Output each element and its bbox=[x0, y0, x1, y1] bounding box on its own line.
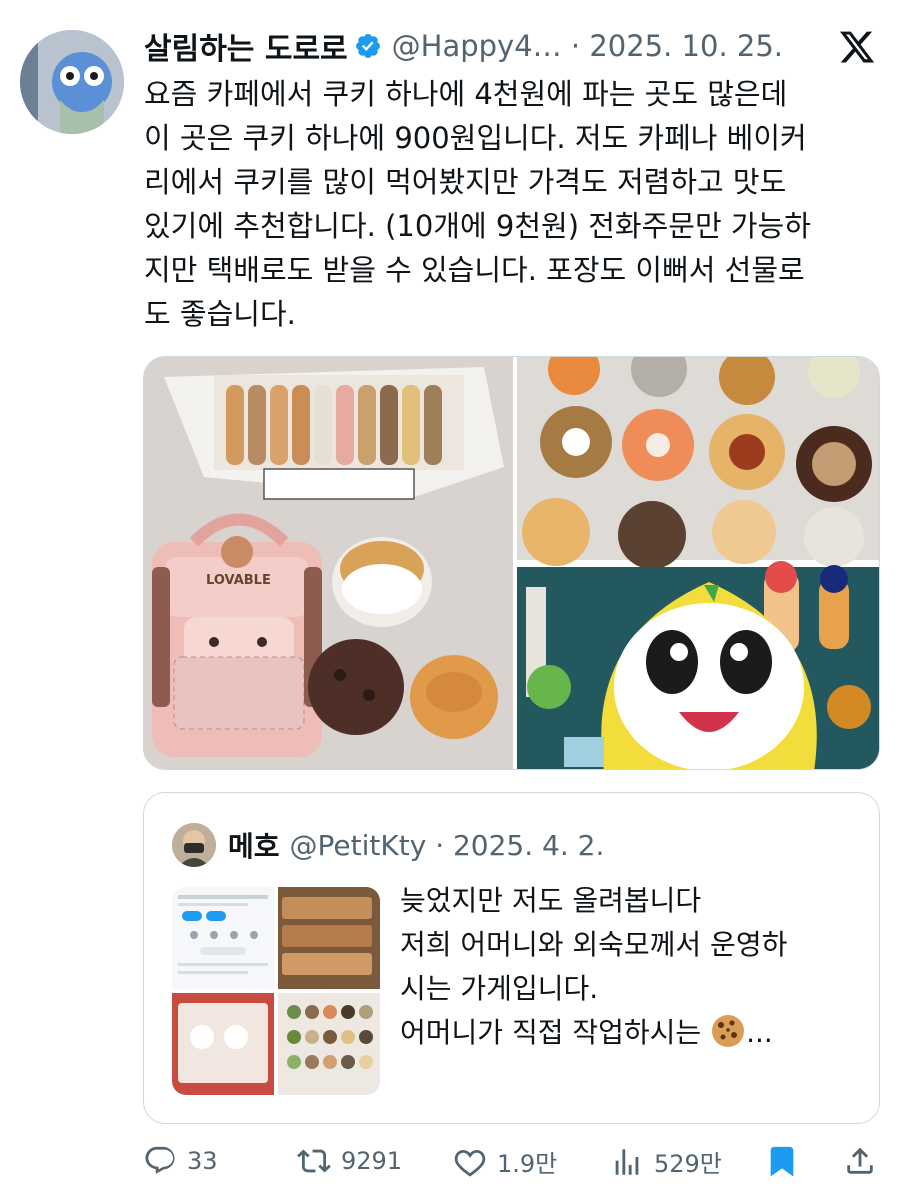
quoted-author-handle-date[interactable]: @PetitKty · 2025. 4. 2. bbox=[290, 829, 605, 862]
cookie-emoji-icon bbox=[710, 1013, 746, 1049]
box-label: LOVABLE bbox=[206, 573, 271, 588]
x-logo-icon[interactable] bbox=[838, 28, 876, 66]
photo-cartoon-frame[interactable] bbox=[517, 561, 880, 770]
like-count: 1.9만 bbox=[497, 1150, 558, 1178]
retweet-icon bbox=[297, 1149, 331, 1173]
views-button[interactable]: 529만 bbox=[610, 1144, 722, 1179]
quoted-tweet-header: 메호 @PetitKty · 2025. 4. 2. bbox=[172, 823, 604, 867]
quoted-author-name[interactable]: 메호 bbox=[228, 825, 280, 865]
author-avatar[interactable] bbox=[20, 30, 124, 134]
tweet-media-grid[interactable]: LOVABLE bbox=[143, 356, 880, 770]
bookmark-button[interactable] bbox=[765, 1144, 809, 1178]
quoted-tweet-ellipsis: ... bbox=[746, 1016, 773, 1049]
bookmark-icon bbox=[770, 1146, 794, 1177]
tweet-action-bar: 33 9291 1.9만 529만 bbox=[143, 1136, 880, 1196]
share-icon bbox=[847, 1147, 873, 1174]
tweet-header: 살림하는 도로로 @Happy4… · 2025. 10. 25. bbox=[144, 24, 783, 68]
heart-icon bbox=[454, 1149, 486, 1177]
photo-cookie-box[interactable]: LOVABLE bbox=[144, 357, 513, 770]
quoted-tweet-media[interactable] bbox=[172, 887, 380, 1095]
views-count: 529만 bbox=[654, 1150, 722, 1178]
reply-button[interactable]: 33 bbox=[143, 1144, 218, 1178]
retweet-count: 9291 bbox=[341, 1147, 403, 1175]
share-button[interactable] bbox=[843, 1144, 887, 1178]
photo-cookie-assortment[interactable] bbox=[517, 357, 880, 569]
quoted-tweet[interactable]: 메호 @PetitKty · 2025. 4. 2. 늦었지만 저도 올려봅니다… bbox=[143, 792, 880, 1124]
author-name[interactable]: 살림하는 도로로 bbox=[144, 24, 348, 68]
author-handle-date[interactable]: @Happy4… · 2025. 10. 25. bbox=[392, 29, 783, 63]
retweet-button[interactable]: 9291 bbox=[297, 1144, 402, 1178]
reply-icon bbox=[145, 1146, 175, 1174]
views-icon bbox=[615, 1148, 639, 1175]
like-button[interactable]: 1.9만 bbox=[453, 1144, 557, 1179]
quoted-tweet-text: 늦었지만 저도 올려봅니다 저희 어머니와 외숙모께서 운영하 시는 가게입니다… bbox=[400, 879, 860, 1055]
tweet-text: 요즘 카페에서 쿠키 하나에 4천원에 파는 곳도 많은데 이 곳은 쿠키 하나… bbox=[144, 77, 811, 331]
reply-count: 33 bbox=[187, 1147, 218, 1175]
verified-badge-icon bbox=[354, 32, 382, 60]
quoted-author-avatar[interactable] bbox=[172, 823, 216, 867]
